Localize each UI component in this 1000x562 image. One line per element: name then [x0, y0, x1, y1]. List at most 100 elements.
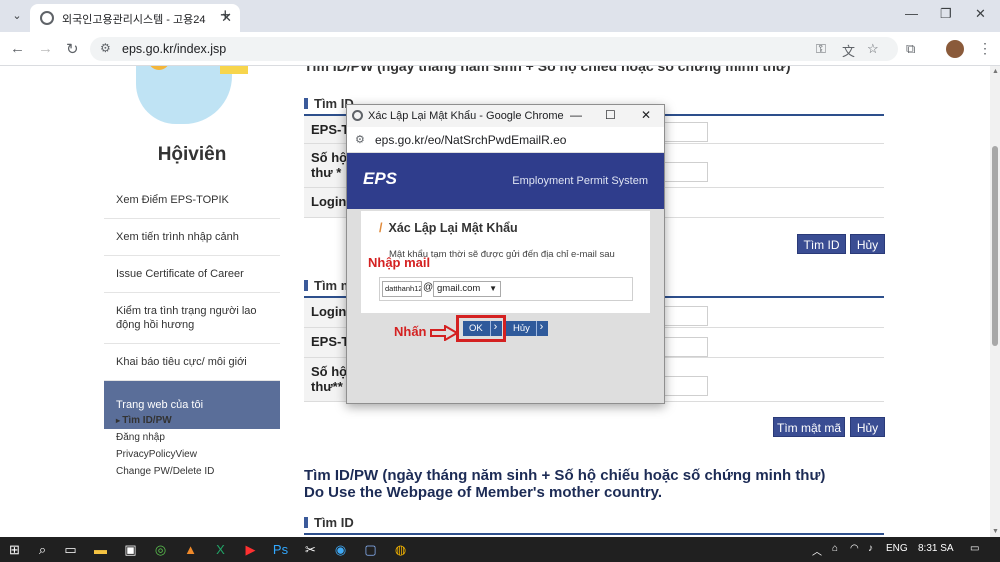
find-password-button[interactable]: Tìm mật mã: [773, 417, 845, 437]
chrome-icon[interactable]: ◍: [392, 541, 409, 558]
network-icon[interactable]: ⌂: [832, 543, 838, 554]
app-icon[interactable]: ◎: [152, 541, 169, 558]
chevron-down-icon: ▼: [489, 284, 497, 293]
capcut-icon[interactable]: ✂: [302, 541, 319, 558]
globe-icon: [40, 11, 54, 25]
page-heading-line2: Do Use the Webpage of Member's mother co…: [304, 484, 663, 501]
scroll-down-icon[interactable]: ▼: [992, 528, 999, 535]
menu-icon[interactable]: ⋮: [978, 40, 992, 57]
slash-icon: /: [379, 221, 383, 235]
minimize-icon[interactable]: —: [905, 6, 918, 21]
wifi-icon[interactable]: ◠: [850, 543, 859, 554]
annotation-enter-mail: Nhập mail: [368, 255, 431, 270]
email-domain-select[interactable]: gmail.com ▼: [433, 281, 501, 297]
sub-item-change-pw[interactable]: Change PW/Delete ID: [116, 463, 280, 480]
reload-icon[interactable]: ↻: [66, 40, 79, 58]
photoshop-icon[interactable]: Ps: [272, 541, 289, 558]
sidebar-item-entry-progress[interactable]: Xem tiến trình nhập cảnh: [104, 219, 280, 256]
sidebar-sub-menu: Tìm ID/PW Đăng nhập PrivacyPolicyView Ch…: [116, 412, 280, 480]
new-tab-icon[interactable]: +: [220, 5, 231, 26]
sidebar-item-returnee-status[interactable]: Kiểm tra tình trạng người lao động hồi h…: [104, 293, 280, 344]
email-user-input[interactable]: datthanh12: [382, 281, 422, 297]
section-divider: [304, 533, 884, 535]
red-arrow-icon: [430, 325, 458, 341]
popup-window-title: Xác Lập Lại Mật Khẩu - Google Chrome: [368, 110, 564, 122]
card-title: / Xác Lập Lại Mật Khẩu: [379, 221, 518, 235]
gear-icon: [148, 66, 170, 70]
bookmark-star-icon[interactable]: ☆: [867, 41, 879, 57]
youtube-icon[interactable]: ▶: [242, 541, 259, 558]
scrollbar-thumb[interactable]: [992, 146, 998, 346]
sidebar-item-report-broker[interactable]: Khai báo tiêu cực/ môi giới: [104, 344, 280, 381]
excel-icon[interactable]: X: [212, 541, 229, 558]
notification-icon[interactable]: ▭: [970, 543, 979, 554]
email-row: datthanh12 @ gmail.com ▼: [379, 277, 633, 301]
site-info-icon[interactable]: ⚙: [355, 133, 365, 146]
eps-header: EPS Employment Permit System: [347, 153, 664, 209]
email-at-sign: @: [423, 282, 434, 293]
section-title-find-id-2: Tìm ID: [304, 515, 354, 530]
ok-highlight-box: [456, 315, 506, 342]
close-window-icon[interactable]: ✕: [975, 6, 986, 22]
store-icon[interactable]: ▣: [122, 541, 139, 558]
sub-item-find-id-pw[interactable]: Tìm ID/PW: [116, 412, 280, 429]
popup-close-icon[interactable]: ✕: [641, 108, 651, 122]
card-heading: Xác Lập Lại Mật Khẩu: [388, 221, 518, 235]
eps-tagline: Employment Permit System: [512, 175, 648, 187]
omnibox-url[interactable]: eps.go.kr/index.jsp: [122, 42, 226, 56]
vlc-icon[interactable]: ▲: [182, 541, 199, 558]
address-toolbar: ← → ↻ ⚙ eps.go.kr/index.jsp ⚿ 文 ☆ ⧉ ⋮: [0, 32, 1000, 66]
popup-url: eps.go.kr/eo/NatSrchPwdEmailR.eo: [375, 133, 567, 147]
sub-item-login[interactable]: Đăng nhập: [116, 429, 280, 446]
popup-titlebar: Xác Lập Lại Mật Khẩu - Google Chrome — ☐…: [347, 105, 664, 127]
file-explorer-icon[interactable]: ▬: [92, 541, 109, 558]
forward-icon[interactable]: →: [38, 40, 53, 57]
edge-icon[interactable]: ◉: [332, 541, 349, 558]
page-heading-line1: Tìm ID/PW (ngày tháng năm sinh + Số hộ c…: [304, 467, 826, 484]
translate-icon[interactable]: 文: [842, 41, 855, 60]
sidebar-title: Hộiviên: [157, 144, 227, 165]
popup-maximize-icon[interactable]: ☐: [605, 108, 616, 122]
note-icon: [220, 66, 248, 74]
tab-search-icon[interactable]: ⌄: [8, 7, 26, 25]
page-scrollbar[interactable]: ▲ ▼: [990, 66, 1000, 537]
extensions-icon[interactable]: ⧉: [906, 41, 915, 57]
back-icon[interactable]: ←: [10, 40, 25, 57]
popup-cancel-button[interactable]: Hủy: [506, 321, 548, 336]
browser-tab-bar: ⌄ 외국인고용관리시스템 - 고용24 ✕ + — ❐ ✕: [0, 0, 1000, 32]
sidebar-item-career-certificate[interactable]: Issue Certificate of Career: [104, 256, 280, 293]
email-domain-value: gmail.com: [437, 283, 481, 294]
site-info-icon[interactable]: ⚙: [100, 41, 111, 55]
volume-icon[interactable]: ♪: [868, 543, 873, 554]
top-partial-heading: Tìm ID/PW (ngày tháng năm sinh + Số hộ c…: [304, 66, 791, 74]
profile-avatar[interactable]: [946, 40, 964, 58]
tab-title: 외국인고용관리시스템 - 고용24: [62, 14, 206, 26]
popup-body: EPS Employment Permit System / Xác Lập Lạ…: [347, 153, 664, 403]
windows-start-icon[interactable]: ⊞: [6, 541, 23, 558]
eps-logo: EPS: [363, 169, 398, 188]
sidebar-item-eps-topik[interactable]: Xem Điểm EPS-TOPIK: [104, 182, 280, 219]
zalo-icon[interactable]: ▢: [362, 541, 379, 558]
windows-taskbar: ⊞ ⌕ ▭ ▬ ▣ ◎ ▲ X ▶ Ps ✂ ◉ ▢ ◍ ︿ ⌂ ◠ ♪ ENG…: [0, 537, 1000, 562]
omnibox[interactable]: ⚙ eps.go.kr/index.jsp: [90, 37, 898, 61]
cancel-button[interactable]: Hủy: [850, 417, 885, 437]
sub-item-privacy-policy[interactable]: PrivacyPolicyView: [116, 446, 280, 463]
tray-chevron-icon[interactable]: ︿: [812, 543, 822, 558]
reset-password-popup: Xác Lập Lại Mật Khẩu - Google Chrome — ☐…: [346, 104, 665, 404]
task-view-icon[interactable]: ▭: [62, 541, 79, 558]
language-indicator[interactable]: ENG: [886, 543, 908, 554]
page-heading: Tìm ID/PW (ngày tháng năm sinh + Số hộ c…: [304, 467, 825, 501]
scroll-up-icon[interactable]: ▲: [992, 68, 999, 75]
chrome-icon: [352, 110, 363, 121]
password-key-icon[interactable]: ⚿: [816, 41, 826, 57]
popup-minimize-icon[interactable]: —: [570, 108, 582, 122]
find-id-button[interactable]: Tìm ID: [797, 234, 846, 254]
sidebar-menu: Xem Điểm EPS-TOPIK Xem tiến trình nhập c…: [104, 182, 280, 429]
annotation-click: Nhấn: [394, 324, 427, 339]
popup-urlbar: ⚙ eps.go.kr/eo/NatSrchPwdEmailR.eo: [347, 127, 664, 153]
browser-tab[interactable]: 외국인고용관리시스템 - 고용24 ✕: [30, 4, 240, 32]
search-icon[interactable]: ⌕: [34, 541, 51, 558]
restore-icon[interactable]: ❐: [940, 6, 952, 22]
cancel-button[interactable]: Hủy: [850, 234, 885, 254]
clock[interactable]: 8:31 SA: [918, 543, 954, 554]
